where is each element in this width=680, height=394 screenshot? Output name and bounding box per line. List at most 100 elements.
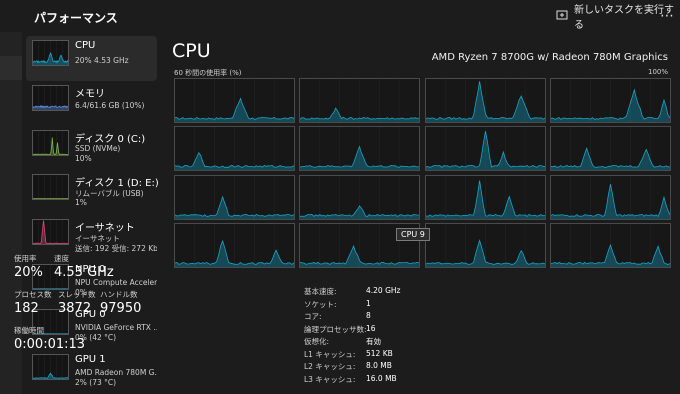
usage-value: 20% [14, 265, 43, 280]
utilization-caption: 60 秒間の使用率 (%) [174, 69, 242, 77]
processor-usage-chart [425, 175, 545, 219]
processor-usage-chart [175, 79, 294, 122]
spec-value: 8.0 MB [366, 361, 392, 370]
logical-processor-graph[interactable] [174, 126, 295, 172]
spec-value: 16.0 MB [366, 373, 397, 383]
sidebar-item-detail: SSD (NVMe) [75, 143, 121, 153]
logical-processor-graph[interactable] [299, 78, 421, 123]
logical-processor-graph[interactable] [549, 126, 671, 172]
handles-label: ハンドル数 [100, 290, 138, 299]
disk0-thumbnail [32, 129, 69, 156]
logical-processor-graph[interactable] [424, 174, 546, 220]
cpu-detail-pane: CPU AMD Ryzen 7 8700G w/ Radeon 780M Gra… [160, 32, 680, 394]
processor-usage-chart [550, 79, 670, 122]
sidebar-item-name: ディスク 1 (D: E:) [75, 178, 159, 190]
processor-usage-chart [425, 127, 545, 171]
logical-processor-graph[interactable] [174, 78, 295, 123]
run-task-icon [556, 9, 568, 24]
cpu-heading: CPU [172, 40, 211, 62]
speed-value: 4.53 GHz [54, 265, 114, 280]
sidebar-item-cpu[interactable]: CPU 20% 4.53 GHz [26, 36, 157, 81]
threads-label: スレッド数 [58, 290, 96, 299]
sidebar-item-throughput: 送信: 192 受信: 272 Kb [75, 244, 157, 254]
usage-label: 使用率 [14, 254, 37, 263]
sidebar-item-name: GPU 1 [75, 353, 106, 365]
spec-key: L2 キャッシュ: [304, 362, 356, 371]
sidebar-item-disk1[interactable]: ディスク 1 (D: E:) リムーバブル (USB) 1% [26, 170, 159, 215]
processor-usage-chart [425, 223, 545, 267]
logical-processor-graph[interactable] [549, 78, 671, 123]
sidebar-item-detail: AMD Radeon 780M G... [75, 367, 157, 377]
processor-usage-chart [550, 223, 670, 267]
sidebar-item-detail: 20% 4.53 GHz [75, 56, 129, 65]
spec-value: 16 [366, 323, 376, 333]
threads-value: 3872 [58, 301, 92, 316]
spec-key: ソケット: [304, 299, 337, 309]
spec-key: 仮想化: [304, 337, 330, 346]
processes-label: プロセス数 [14, 290, 52, 299]
processes-value: 182 [14, 301, 39, 316]
page-title: パフォーマンス [34, 11, 118, 25]
spec-value: 8 [366, 311, 371, 320]
disk1-thumbnail [32, 174, 69, 201]
sidebar-item-usage: 2% (73 °C) [75, 377, 117, 387]
handles-value: 97950 [100, 301, 142, 316]
uptime-value: 0:00:01:13 [14, 337, 86, 352]
processor-usage-chart [175, 175, 294, 219]
processor-usage-chart [550, 127, 670, 171]
sidebar-item-usage: 0% (42 °C) [75, 332, 117, 342]
spec-value: 4.20 GHz [366, 286, 401, 295]
spec-key: L3 キャッシュ: [304, 374, 356, 384]
spec-key: L1 キャッシュ: [304, 349, 356, 359]
spec-value: 512 KB [366, 348, 393, 358]
cpu-thumbnail [32, 40, 69, 66]
more-options-icon[interactable]: ⋯ [660, 8, 675, 24]
spec-key: 論理プロセッサ数: [304, 324, 367, 334]
processor-usage-chart [425, 79, 545, 122]
cpu-model-name: AMD Ryzen 7 8700G w/ Radeon 780M Graphic… [431, 52, 668, 63]
usage-area [550, 183, 670, 219]
utilization-max-label: 100% [647, 68, 668, 76]
sidebar-item-usage: 10% [75, 153, 92, 163]
logical-processor-graph[interactable] [174, 222, 295, 268]
uptime-label: 稼働時間 [14, 326, 44, 335]
logical-processor-graph[interactable] [424, 126, 546, 172]
sidebar-item-gpu1[interactable]: GPU 1 AMD Radeon 780M G... 2% (73 °C) [26, 350, 157, 394]
processor-usage-chart [300, 175, 420, 219]
spec-value: 1 [366, 298, 371, 308]
usage-area [425, 131, 545, 171]
processor-usage-chart [175, 127, 294, 171]
spec-key: コア: [304, 312, 322, 321]
logical-processor-graph[interactable] [424, 222, 546, 268]
spec-value: 有効 [366, 337, 381, 346]
sidebar-item-usage: 1% [75, 198, 87, 208]
sidebar-item-name: CPU [75, 40, 96, 51]
processor-usage-chart [300, 127, 420, 171]
sidebar-item-detail: NVIDIA GeForce RTX ... [75, 322, 157, 332]
logical-processor-graph[interactable] [174, 174, 295, 220]
processor-usage-chart [550, 175, 670, 219]
logical-processor-graph[interactable] [424, 78, 546, 123]
processor-usage-chart [300, 79, 420, 122]
sidebar-item-name: ディスク 0 (C:) [75, 133, 146, 145]
memory-thumbnail [32, 84, 69, 111]
sidebar-item-disk0[interactable]: ディスク 0 (C:) SSD (NVMe) 10% [26, 126, 157, 171]
spec-key: 基本速度: [304, 287, 337, 296]
nav-rail-selected[interactable] [0, 56, 22, 80]
sidebar-item-memory[interactable]: メモリ 6.4/61.6 GB (10%) [26, 81, 157, 126]
gpu1-thumbnail [32, 353, 69, 380]
logical-processor-graph[interactable] [549, 222, 671, 268]
title-bar: パフォーマンス 新しいタスクを実行する ⋯ [0, 0, 680, 32]
sidebar-item-detail: 6.4/61.6 GB (10%) [75, 100, 145, 110]
sidebar-item-name: イーサネット [75, 223, 135, 235]
sidebar-item-ethernet[interactable]: イーサネット イーサネット 送信: 192 受信: 272 Kb [26, 215, 157, 260]
logical-processor-graph[interactable] [549, 174, 671, 220]
usage-area [300, 205, 420, 219]
logical-processor-graph[interactable] [299, 174, 421, 220]
processor-usage-chart [175, 223, 294, 267]
usage-area [550, 244, 670, 267]
speed-label: 速度 [54, 254, 69, 263]
graph-tooltip: CPU 9 [396, 228, 430, 241]
sidebar-item-name: メモリ [75, 88, 105, 100]
logical-processor-graph[interactable] [299, 126, 421, 172]
